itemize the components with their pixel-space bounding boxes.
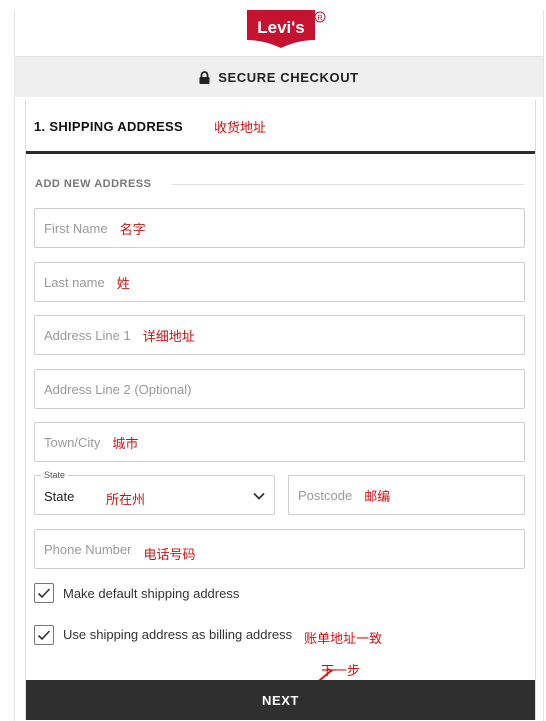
svg-text:R: R (317, 15, 322, 22)
billing-same-row[interactable]: Use shipping address as billing address … (34, 622, 382, 647)
phone-placeholder: Phone Number (44, 541, 132, 557)
postcode-field[interactable]: Postcode 邮编 (288, 475, 525, 515)
billing-same-annotation: 账单地址一致 (304, 632, 383, 647)
phone-annotation: 电话号码 (143, 547, 196, 563)
city-field[interactable]: Town/City 城市 (34, 422, 525, 462)
levis-logo: Levi's R (247, 10, 326, 48)
city-annotation: 城市 (112, 436, 139, 452)
default-shipping-row[interactable]: Make default shipping address (34, 583, 239, 603)
state-value: State (44, 489, 75, 504)
secure-checkout-bar: SECURE CHECKOUT (15, 57, 543, 97)
last-name-annotation: 姓 (116, 276, 130, 292)
billing-same-checkbox[interactable] (34, 624, 54, 645)
default-shipping-label: Make default shipping address (63, 585, 240, 601)
default-shipping-checkbox[interactable] (34, 583, 54, 603)
phone-field[interactable]: Phone Number 电话号码 (34, 529, 525, 569)
address-line2-field[interactable]: Address Line 2 (Optional) (34, 369, 525, 409)
checkmark-icon (37, 588, 51, 599)
first-name-placeholder: First Name (44, 220, 108, 236)
step-header: 1. SHIPPING ADDRESS 收货地址 (26, 100, 535, 154)
state-legend: State (41, 470, 69, 480)
step-annotation: 收货地址 (214, 121, 267, 136)
last-name-placeholder: Last name (44, 274, 105, 290)
svg-text:Levi's: Levi's (257, 18, 305, 37)
postcode-placeholder: Postcode (298, 487, 353, 503)
step-title: 1. SHIPPING ADDRESS (34, 119, 183, 134)
first-name-field[interactable]: First Name 名字 (34, 208, 525, 248)
shipping-panel: 1. SHIPPING ADDRESS 收货地址 ADD NEW ADDRESS… (25, 100, 536, 720)
first-name-annotation: 名字 (119, 222, 146, 238)
address-line1-field[interactable]: Address Line 1 详细地址 (34, 315, 525, 355)
chevron-down-icon (253, 492, 265, 500)
postcode-annotation: 邮编 (364, 489, 391, 505)
section-divider (172, 184, 524, 185)
checkout-frame: Levi's R SECURE CHECKOUT 1. SHIPPING ADD… (14, 10, 544, 721)
checkmark-icon (37, 629, 51, 640)
city-placeholder: Town/City (44, 434, 101, 450)
state-annotation: 所在州 (106, 493, 146, 508)
state-select[interactable]: State State 所在州 (34, 470, 275, 515)
secure-checkout-label: SECURE CHECKOUT (218, 69, 359, 85)
billing-same-label: Use shipping address as billing address (63, 627, 293, 642)
address-line1-annotation: 详细地址 (142, 329, 195, 345)
section-label: ADD NEW ADDRESS (35, 178, 152, 190)
address-line2-placeholder: Address Line 2 (Optional) (44, 381, 192, 397)
next-button[interactable]: NEXT (26, 680, 535, 720)
address-line1-placeholder: Address Line 1 (44, 327, 131, 343)
last-name-field[interactable]: Last name 姓 (34, 262, 525, 302)
brand-header: Levi's R (15, 10, 543, 57)
lock-icon (199, 70, 210, 84)
